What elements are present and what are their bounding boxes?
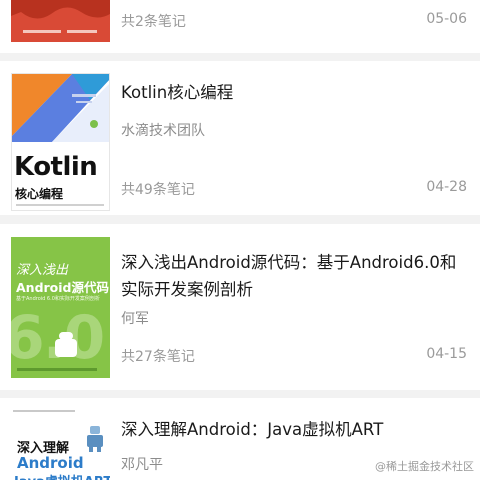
book-author: 水滴技术团队 [121, 123, 205, 139]
note-count: 共27条笔记 [121, 349, 195, 365]
book-title: 深入浅出Android源代码：基于Android6.0和实际开发案例剖析 [121, 253, 457, 299]
book-card[interactable]: 深入浅出 Android源代码 基于Android 6.0和实际开发案例剖析 6… [0, 224, 480, 390]
note-date: 05-06 [426, 11, 467, 27]
note-count: 共2条笔记 [121, 14, 186, 30]
cover-line3-text: Java虚拟机ART [14, 471, 110, 480]
book-author: 何军 [121, 311, 149, 327]
book-title: 深入理解Android：Java虚拟机ART [121, 420, 384, 439]
book-card[interactable]: Kotlin 核心编程 Kotlin核心编程 水滴技术团队 共49条笔记 04-… [0, 61, 480, 215]
book-author: 邓凡平 [121, 457, 163, 473]
cover-brand-text: Kotlin [14, 152, 98, 182]
cover-top-marks [13, 410, 75, 412]
cover-publisher-marks [17, 368, 97, 371]
book-cover: 深入浅出 Android源代码 基于Android 6.0和实际开发案例剖析 6… [11, 237, 110, 378]
cover-sub-text: 基于Android 6.0和实际开发案例剖析 [16, 296, 100, 302]
book-cover [11, 0, 110, 42]
cover-publisher-marks [16, 204, 104, 206]
robot-figure-icon [87, 426, 103, 452]
cover-main-text: Android源代码 [16, 280, 110, 295]
cover-art [11, 0, 110, 33]
note-date: 04-15 [426, 346, 467, 362]
note-date: 04-28 [426, 179, 467, 195]
book-title: Kotlin核心编程 [121, 83, 234, 102]
note-count: 共49条笔记 [121, 182, 195, 198]
android-robot-icon [55, 332, 77, 357]
book-cover: 深入理解 Android Java虚拟机ART [11, 406, 110, 480]
cover-line2-text: Android [17, 454, 84, 472]
cover-subtitle-text: 核心编程 [15, 187, 64, 201]
watermark: @稀土掘金技术社区 [375, 460, 474, 473]
book-cover: Kotlin 核心编程 [11, 73, 110, 211]
kotlin-logo-art [12, 74, 109, 142]
book-card[interactable]: 共2条笔记 05-06 [0, 0, 480, 53]
cover-script-text: 深入浅出 [16, 263, 69, 278]
